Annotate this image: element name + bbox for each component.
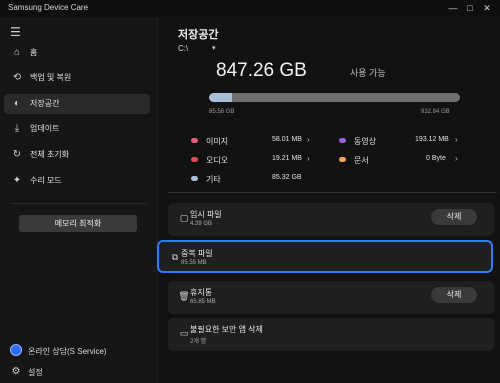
storage-used-label: 85.58 GB bbox=[209, 109, 235, 115]
home-icon: ⌂ bbox=[13, 47, 21, 58]
category-color-dot bbox=[339, 157, 346, 162]
online-support-link[interactable]: 온라인 상담(S Service) bbox=[28, 346, 107, 357]
sidebar-item-label: 홈 bbox=[30, 48, 38, 57]
category-other: 기타 85.32 GB bbox=[191, 174, 321, 184]
cleanup-item-duplicate-files[interactable]: ⧉ 중복 파일 85.55 MB bbox=[157, 240, 493, 273]
cleanup-item-title: 불필요한 보안 앱 삭제 bbox=[190, 325, 263, 334]
window-title: Samsung Device Care bbox=[8, 3, 89, 12]
title-bar: Samsung Device Care — □ ✕ bbox=[0, 0, 500, 17]
category-value: 193.12 MB bbox=[415, 136, 449, 143]
delete-button[interactable]: 삭제 bbox=[431, 287, 477, 303]
cleanup-item-title: 휴지통 bbox=[190, 288, 213, 297]
chevron-right-icon: › bbox=[455, 154, 458, 163]
category-value: 85.32 GB bbox=[272, 174, 302, 181]
memory-optimize-button[interactable]: 메모리 최적화 bbox=[19, 215, 137, 232]
sidebar-item-home[interactable]: ⌂ 홈 bbox=[4, 43, 150, 63]
category-label: 오디오 bbox=[206, 156, 229, 165]
sidebar-item-update[interactable]: ⤓ 업데이트 bbox=[4, 119, 150, 139]
sidebar-item-label: 전체 초기화 bbox=[30, 150, 70, 159]
available-space-label: 사용 가능 bbox=[350, 68, 386, 78]
drive-select-value: C:\ bbox=[178, 44, 189, 53]
settings-link[interactable]: 설정 bbox=[28, 367, 43, 378]
sidebar-item-repair-mode[interactable]: ✦ 수리 모드 bbox=[4, 171, 150, 191]
category-color-dot bbox=[191, 176, 198, 181]
cleanup-item-recycle-bin[interactable]: 🗑 휴지통 65.85 MB 삭제 bbox=[168, 281, 494, 314]
gear-icon: ⚙ bbox=[11, 366, 21, 377]
cleanup-item-security-apps[interactable]: ▭ 불필요한 보안 앱 삭제 2개 앱 bbox=[168, 318, 494, 351]
available-space-value: 847.26 GB bbox=[216, 60, 307, 81]
trash-icon: 🗑 bbox=[178, 291, 190, 301]
cleanup-item-size: 4.39 GB bbox=[190, 221, 213, 227]
maximize-button[interactable]: □ bbox=[462, 1, 478, 15]
category-audio[interactable]: 오디오 19.21 MB › bbox=[191, 154, 321, 165]
chevron-right-icon: › bbox=[307, 154, 310, 163]
chevron-down-icon: ▾ bbox=[212, 45, 216, 52]
drive-select[interactable]: C:\ ▾ bbox=[178, 44, 222, 56]
cleanup-item-temp-files[interactable]: ▢ 임시 파일 4.39 GB 삭제 bbox=[168, 203, 494, 236]
backup-restore-icon: ⟲ bbox=[12, 72, 22, 83]
close-button[interactable]: ✕ bbox=[479, 1, 495, 15]
storage-total-label: 932.84 GB bbox=[421, 109, 450, 115]
storage-usage-fill bbox=[209, 93, 233, 102]
category-value: 19.21 MB bbox=[272, 155, 302, 162]
sidebar-item-label: 수리 모드 bbox=[30, 176, 62, 185]
app-window: Samsung Device Care — □ ✕ ☰ ⌂ 홈 ⟲ 백업 및 복… bbox=[0, 0, 500, 383]
category-documents[interactable]: 문서 0 Byte › bbox=[339, 154, 469, 165]
wrench-icon: ✦ bbox=[12, 175, 22, 186]
cleanup-item-size: 85.55 MB bbox=[181, 260, 207, 266]
support-icon bbox=[10, 344, 22, 356]
category-color-dot bbox=[191, 138, 198, 143]
reset-icon: ↻ bbox=[12, 149, 22, 160]
category-video[interactable]: 동영상 193.12 MB › bbox=[339, 135, 469, 146]
sidebar-item-label: 업데이트 bbox=[30, 124, 60, 133]
sidebar-item-storage[interactable]: ◐ 저장공간 bbox=[4, 94, 150, 114]
cleanup-item-title: 임시 파일 bbox=[190, 210, 222, 219]
chevron-right-icon: › bbox=[307, 135, 310, 144]
temp-file-icon: ▢ bbox=[179, 213, 189, 223]
category-value: 58.01 MB bbox=[272, 136, 302, 143]
sidebar-item-label: 저장공간 bbox=[30, 99, 60, 108]
page-title: 저장공간 bbox=[178, 29, 219, 41]
storage-usage-bar bbox=[209, 93, 460, 102]
category-value: 0 Byte bbox=[426, 155, 446, 162]
category-label: 문서 bbox=[354, 156, 369, 165]
category-label: 이미지 bbox=[206, 137, 229, 146]
cleanup-item-title: 중복 파일 bbox=[181, 249, 213, 258]
sidebar-divider bbox=[10, 203, 147, 204]
download-icon: ⤓ bbox=[14, 123, 20, 134]
chevron-right-icon: › bbox=[455, 135, 458, 144]
cleanup-item-size: 65.85 MB bbox=[190, 299, 216, 305]
sidebar-item-backup-restore[interactable]: ⟲ 백업 및 복원 bbox=[4, 68, 150, 88]
category-label: 동영상 bbox=[354, 137, 377, 146]
duplicate-file-icon: ⧉ bbox=[171, 252, 179, 262]
delete-button[interactable]: 삭제 bbox=[431, 209, 477, 225]
category-label: 기타 bbox=[206, 175, 221, 184]
category-images[interactable]: 이미지 58.01 MB › bbox=[191, 135, 321, 146]
category-color-dot bbox=[191, 157, 198, 162]
cleanup-item-count: 2개 앱 bbox=[190, 339, 207, 345]
security-app-icon: ▭ bbox=[179, 328, 189, 338]
minimize-button[interactable]: — bbox=[445, 1, 461, 15]
sidebar-item-label: 백업 및 복원 bbox=[30, 73, 72, 82]
storage-icon: ◐ bbox=[13, 98, 21, 109]
sidebar-item-reset[interactable]: ↻ 전체 초기화 bbox=[4, 145, 150, 165]
sidebar: ☰ ⌂ 홈 ⟲ 백업 및 복원 ◐ 저장공간 ⤓ 업데이트 ↻ 전체 초기화 ✦… bbox=[0, 17, 158, 383]
category-color-dot bbox=[339, 138, 346, 143]
hamburger-icon[interactable]: ☰ bbox=[10, 25, 24, 39]
section-divider bbox=[168, 192, 497, 193]
